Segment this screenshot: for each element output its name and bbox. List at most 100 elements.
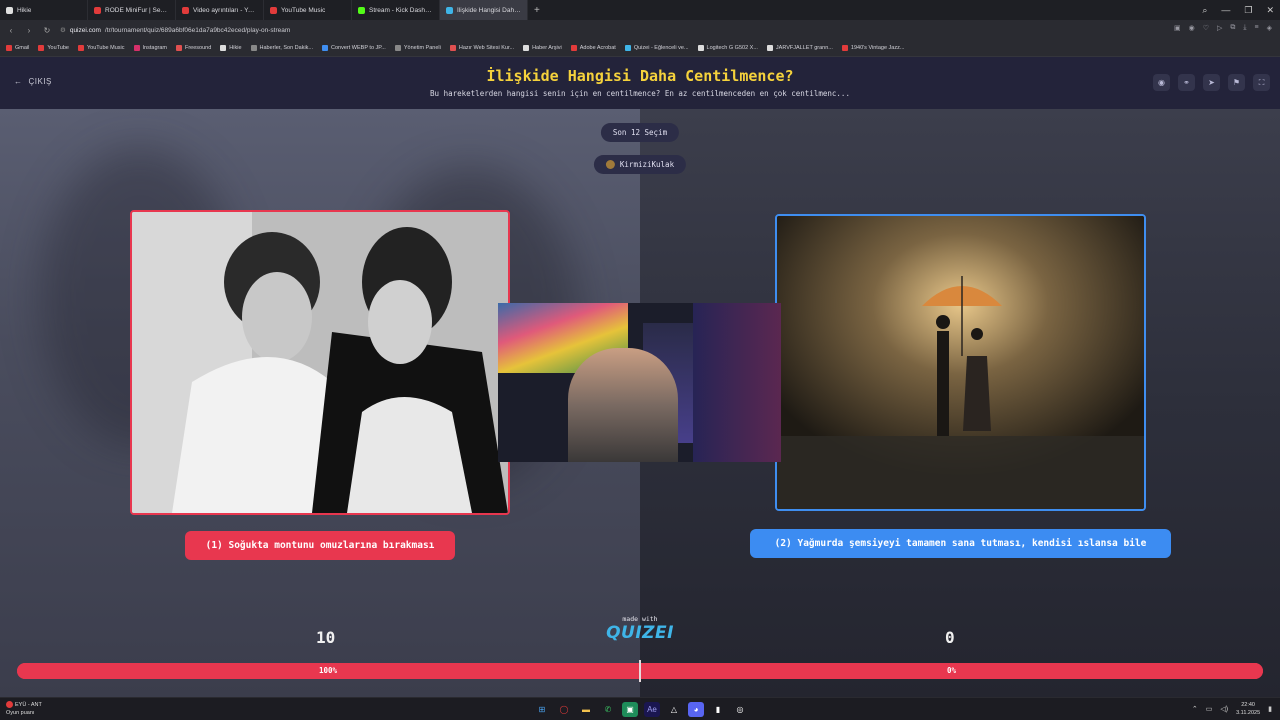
choice-left-label[interactable]: (1) Soğukta montunu omuzlarına bırakması (185, 531, 455, 560)
header-actions: ◉ ⚭ ➤ ⚑ ⛶ (1153, 74, 1270, 91)
bookmark-label: Haberler, Son Dakik... (259, 45, 314, 51)
link-icon[interactable]: ⚭ (1178, 74, 1195, 91)
quiz-page: ← ÇIKIŞ İlişkide Hangisi Daha Centilmenc… (0, 57, 1280, 697)
back-icon[interactable]: ‹ (6, 26, 16, 35)
tab-title: Hikie (17, 6, 32, 14)
quizei-branding[interactable]: made with QUIZEI (605, 615, 675, 643)
maximize-icon[interactable]: ❐ (1244, 5, 1252, 16)
after-effects-icon[interactable]: Ae (644, 702, 660, 717)
file-explorer-icon[interactable]: ▬ (578, 702, 594, 717)
bookmark-item[interactable]: Quizei - Eğlenceli ve... (624, 45, 689, 51)
bookmark-item[interactable]: YouTube Music (78, 45, 125, 51)
menu-icon[interactable]: ≡ (1255, 24, 1259, 32)
flag-icon[interactable]: ⚑ (1228, 74, 1245, 91)
fullscreen-icon[interactable]: ⛶ (1253, 74, 1270, 91)
score-right: 0 (945, 628, 955, 647)
bookmark-item[interactable]: Adobe Acrobat (570, 45, 616, 51)
streamer-name: KirmiziKulak (619, 160, 675, 169)
browser-tab[interactable]: Video ayrıntıları - YouTube (176, 0, 264, 20)
minimize-icon[interactable]: — (1221, 5, 1230, 15)
bookmark-item[interactable]: YouTube (38, 45, 69, 51)
bookmark-icon (697, 45, 704, 51)
quizei-logo: QUIZEI (606, 623, 674, 643)
browser-tab[interactable]: RODE MiniFur | Sesçi Baba (88, 0, 176, 20)
bookmark-icon (322, 45, 329, 51)
score-left: 10 (316, 628, 336, 647)
browser-tab-bar: Hikie RODE MiniFur | Sesçi Baba Video ay… (0, 0, 1280, 20)
choice-right-label[interactable]: (2) Yağmurda şemsiyeyi tamamen sana tutm… (750, 529, 1171, 558)
browser-tab-active[interactable]: İlişkide Hangisi Daha Cen... (440, 0, 528, 20)
browser-tab[interactable]: Hikie (0, 0, 88, 20)
bookmark-label: Convert WEBP to JP... (331, 45, 386, 51)
url-path: /tr/tournament/quiz/689a6bf06e1da7a9bc42… (104, 26, 291, 34)
last-choices-badge[interactable]: Son 12 Seçim (600, 123, 680, 142)
chevron-up-icon[interactable]: ⌃ (1192, 705, 1198, 713)
network-icon[interactable]: ▭ (1206, 705, 1213, 713)
eye-icon[interactable]: ◉ (1153, 74, 1170, 91)
bookmarks-bar: Gmail YouTube YouTube Music Instagram Fr… (0, 40, 1280, 57)
download-icon[interactable]: ⤓ (1243, 24, 1246, 32)
app-green-icon[interactable]: ▣ (622, 702, 638, 717)
bookmark-label: Hazır Web Sitesi Kur... (458, 45, 515, 51)
app-triangle-icon[interactable]: △ (666, 702, 682, 717)
windows-start-icon[interactable]: ⊞ (534, 702, 550, 717)
bookmark-icon (841, 45, 848, 51)
clock[interactable]: 22:40 3.11.2025 (1236, 701, 1260, 717)
bookmark-icon (624, 45, 631, 51)
search-tabs-icon[interactable]: ⌕ (1202, 5, 1207, 16)
wallet-icon[interactable]: ◈ (1267, 24, 1272, 32)
bookmark-label: YouTube (47, 45, 69, 51)
bookmark-item[interactable]: Freesound (175, 45, 211, 51)
choice-left-image[interactable] (130, 210, 510, 515)
screenshot-icon[interactable]: ▣ (1174, 24, 1181, 32)
bookmark-icon[interactable]: ♡ (1203, 24, 1209, 32)
bookmark-item[interactable]: Haberler, Son Dakik... (250, 45, 314, 51)
audio-meter-icon[interactable]: ▮ (710, 702, 726, 717)
bookmark-item[interactable]: Hikie (220, 45, 242, 51)
camera-icon[interactable]: ◉ (1189, 24, 1195, 32)
quiz-header: ← ÇIKIŞ İlişkide Hangisi Daha Centilmenc… (0, 57, 1280, 109)
site-info-icon[interactable]: ⚙ (60, 26, 66, 34)
bookmark-icon (220, 45, 227, 51)
play-icon[interactable]: ▷ (1217, 24, 1222, 32)
notifications-icon[interactable]: ▮ (1268, 705, 1272, 713)
opera-browser-icon[interactable]: ◯ (556, 702, 572, 717)
new-tab-button[interactable]: + (528, 5, 546, 16)
reload-icon[interactable]: ↻ (42, 26, 52, 35)
bookmark-item[interactable]: Instagram (133, 45, 167, 51)
bookmark-item[interactable]: Logitech G G502 X... (697, 45, 758, 51)
webcam-overlay (498, 303, 781, 462)
bookmark-item[interactable]: Convert WEBP to JP... (322, 45, 386, 51)
time: 22:40 (1241, 702, 1255, 708)
weather-line2: Oyun puanı (6, 710, 35, 716)
browser-tab[interactable]: Stream - Kick Dashboard (352, 0, 440, 20)
bookmark-icon (78, 45, 84, 51)
bookmark-item[interactable]: Yönetim Paneli (394, 45, 441, 51)
send-icon[interactable]: ➤ (1203, 74, 1220, 91)
obs-icon[interactable]: ◎ (732, 702, 748, 717)
bookmark-item[interactable]: Haber Arşivi (523, 45, 562, 51)
whatsapp-icon[interactable]: ✆ (600, 702, 616, 717)
bookmark-item[interactable]: JARVFJALLET grann... (766, 45, 833, 51)
bookmark-icon (250, 45, 257, 51)
forward-icon[interactable]: › (24, 26, 34, 35)
bookmark-item[interactable]: Hazır Web Sitesi Kur... (449, 45, 515, 51)
close-icon[interactable]: ✕ (1266, 5, 1274, 16)
url-field[interactable]: ⚙ quizei.com/tr/tournament/quiz/689a6bf0… (60, 26, 291, 35)
browser-tab[interactable]: YouTube Music (264, 0, 352, 20)
bookmark-label: Hikie (229, 45, 242, 51)
volume-icon[interactable]: ◁) (1220, 705, 1228, 713)
bookmark-label: Instagram (142, 45, 167, 51)
quiz-subtitle: Bu hareketlerden hangisi senin için en c… (430, 89, 850, 98)
bookmark-item[interactable]: Gmail (6, 45, 29, 51)
choice-right-image[interactable] (775, 214, 1146, 511)
weather-widget[interactable]: EYÜ - ANT Oyun puanı (6, 701, 42, 717)
bookmark-item[interactable]: 1940's Vintage Jazz... (841, 45, 904, 51)
extensions-icon[interactable]: ⧉ (1230, 24, 1235, 32)
bookmark-icon (394, 45, 401, 51)
percent-left: 100% (319, 666, 338, 675)
tab-title: Video ayrıntıları - YouTube (193, 6, 257, 14)
address-bar-actions: ▣ ◉ ♡ ▷ ⧉ ⤓ ≡ ◈ (1174, 24, 1272, 32)
discord-icon[interactable]: ◕ (688, 702, 704, 717)
system-tray: ⌃ ▭ ◁) 22:40 3.11.2025 ▮ (1192, 701, 1272, 717)
